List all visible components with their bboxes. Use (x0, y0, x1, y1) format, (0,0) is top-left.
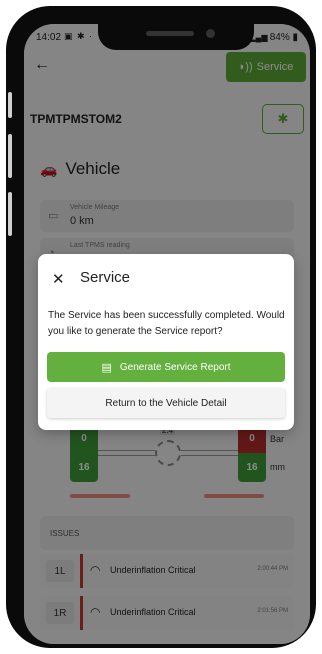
generate-report-label: Generate Service Report (119, 361, 231, 373)
side-button (8, 192, 12, 236)
dialog-message: The Service has been successfully comple… (48, 310, 285, 337)
screen: 14:02 ▣ ✱ · ▂▄▆ 84% ▮ ← ◗)) Service TPMT… (24, 24, 310, 644)
camera (206, 29, 215, 38)
volume-up-button (8, 92, 12, 118)
speaker (146, 31, 194, 36)
phone-frame: 14:02 ▣ ✱ · ▂▄▆ 84% ▮ ← ◗)) Service TPMT… (6, 6, 316, 648)
generate-report-button[interactable]: ▤ Generate Service Report (47, 352, 285, 382)
close-icon[interactable]: ✕ (52, 270, 65, 288)
report-icon: ▤ (101, 361, 112, 374)
notch (98, 22, 254, 50)
service-dialog: ✕ Service The Service has been successfu… (38, 254, 294, 430)
return-vehicle-button[interactable]: Return to the Vehicle Detail (47, 388, 285, 418)
volume-down-button (8, 134, 12, 178)
return-vehicle-label: Return to the Vehicle Detail (105, 397, 227, 409)
dialog-title: Service (80, 269, 131, 286)
